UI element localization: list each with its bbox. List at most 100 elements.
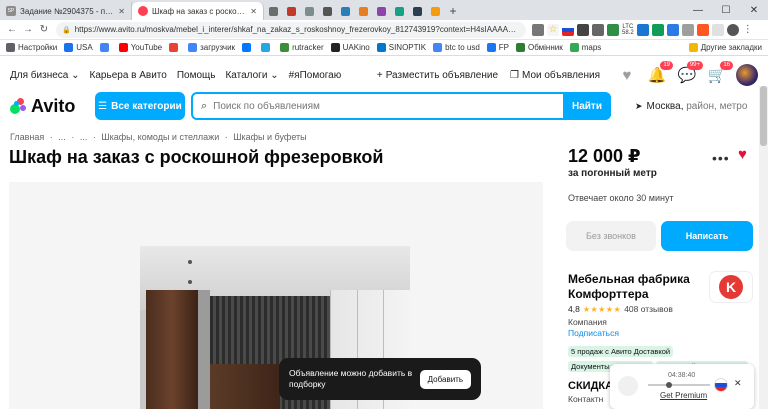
breadcrumb-item[interactable]: ... — [58, 132, 66, 142]
close-window-icon[interactable]: ✕ — [740, 5, 768, 16]
notifications-bell-icon[interactable]: 🔔 19 — [646, 61, 673, 84]
extension-icon[interactable] — [651, 23, 664, 36]
menu-kebab-icon[interactable]: ⋮ — [741, 23, 754, 36]
ihelp-link[interactable]: #яПомогаю — [289, 70, 342, 81]
post-ad-link[interactable]: + Разместить объявление — [377, 70, 498, 81]
star-icon[interactable]: ☆ — [547, 23, 559, 36]
breadcrumb-item[interactable]: Главная — [10, 132, 44, 142]
bookmark-btc[interactable]: btc to usd — [433, 43, 480, 52]
scrollbar-thumb[interactable] — [760, 86, 767, 146]
plus-icon: + — [376, 69, 383, 81]
back-icon[interactable]: ← — [4, 24, 20, 35]
breadcrumb-item[interactable]: Шкафы, комоды и стеллажи — [101, 132, 219, 142]
extension-icon[interactable] — [577, 23, 589, 36]
maximize-icon[interactable]: ☐ — [712, 5, 740, 16]
slider-thumb[interactable] — [666, 382, 672, 388]
new-tab-icon[interactable]: + — [444, 2, 462, 20]
browser-tab-mini[interactable] — [372, 2, 390, 20]
bookmark-telegram[interactable] — [261, 43, 273, 52]
close-icon[interactable]: ✕ — [250, 7, 257, 16]
extension-icon[interactable] — [711, 23, 724, 36]
breadcrumb-item[interactable]: Шкафы и буфеты — [233, 132, 306, 142]
bookmark-google[interactable] — [99, 43, 112, 52]
catalogs-link[interactable]: Каталоги ⌄ — [225, 70, 278, 81]
bookmark-icon — [64, 43, 74, 52]
browser-tab-mini[interactable] — [390, 2, 408, 20]
avatar[interactable] — [736, 64, 758, 86]
profile-icon[interactable] — [726, 23, 739, 36]
get-premium-link[interactable]: Get Premium — [660, 391, 707, 400]
browser-tab-mini[interactable] — [426, 2, 444, 20]
my-ads-link[interactable]: ❐ Мои объявления — [510, 70, 600, 81]
bookmark-uakino[interactable]: UAKino — [330, 43, 370, 52]
help-link[interactable]: Помощь — [177, 70, 216, 81]
favorite-heart-icon[interactable]: ♥ — [738, 146, 747, 163]
other-bookmarks[interactable]: Другие закладки — [688, 43, 762, 52]
write-message-button[interactable]: Написать — [661, 221, 753, 251]
more-options-icon[interactable]: ••• — [712, 150, 730, 166]
bookmark-usa[interactable]: USA — [64, 43, 93, 52]
browser-tab[interactable]: SP Задание №2904375 - просмотр з ✕ — [0, 2, 132, 20]
google-icon — [99, 43, 109, 52]
browser-tab-active[interactable]: Шкаф на заказ с роскошной фре ✕ — [132, 2, 264, 20]
close-icon[interactable]: ✕ — [734, 378, 742, 389]
tab-title: Шкаф на заказ с роскошной фре — [152, 6, 246, 16]
widget-slider[interactable] — [648, 382, 710, 388]
ltc-extension-icon[interactable] — [607, 23, 619, 36]
favorites-heart-icon[interactable]: ♥ — [616, 66, 638, 84]
extension-icon[interactable] — [592, 23, 604, 36]
all-categories-button[interactable]: ☰ Все категории — [95, 92, 185, 120]
share-icon[interactable] — [532, 23, 544, 36]
bookmark-fp[interactable]: FP — [486, 43, 509, 52]
url-input[interactable]: 🔒 https://www.avito.ru/moskva/mebel_i_in… — [56, 21, 526, 38]
bookmark-youtube[interactable]: YouTube — [118, 43, 162, 52]
location-selector[interactable]: ➤ Москва, район, метро — [635, 101, 747, 112]
extension-icon[interactable] — [681, 23, 694, 36]
search-button[interactable]: Найти — [563, 92, 611, 120]
browser-tab-mini[interactable] — [318, 2, 336, 20]
seller-name[interactable]: Мебельная фабрика Комфорттера — [568, 272, 698, 302]
bookmarks-bar: Настройки USA YouTube загрузчик rutracke… — [0, 40, 768, 56]
bookmark-sinoptik[interactable]: SINOPTIK — [376, 43, 426, 52]
add-to-collection-button[interactable]: Добавить — [419, 369, 471, 389]
extension-icon[interactable] — [636, 23, 649, 36]
no-calls-button[interactable]: Без звонков — [566, 221, 656, 251]
for-business-link[interactable]: Для бизнеса ⌄ — [10, 70, 80, 81]
subscribe-link[interactable]: Подписаться — [568, 328, 619, 338]
close-icon[interactable]: ✕ — [118, 7, 125, 16]
russia-flag-icon[interactable] — [714, 378, 728, 392]
bookmark-rutracker[interactable]: rutracker — [280, 43, 324, 52]
seller-rating[interactable]: 4,8 ★★★★★ 408 отзывов — [568, 304, 673, 314]
career-link[interactable]: Карьера в Авито — [90, 70, 167, 81]
seller-logo[interactable]: K — [709, 271, 753, 303]
page-scrollbar[interactable] — [759, 86, 768, 409]
extension-icon[interactable] — [696, 23, 709, 36]
messages-icon[interactable]: 💬 99+ — [676, 61, 703, 84]
extension-icon[interactable] — [666, 23, 679, 36]
bookmark-maps[interactable]: maps — [569, 43, 601, 52]
bookmark-vk[interactable] — [242, 43, 254, 52]
avito-logo[interactable]: Avito — [10, 96, 95, 117]
vpn-widget: 04:38:40 ✕ Get Premium — [610, 364, 754, 409]
bookmark-downloader[interactable]: загрузчик — [188, 43, 235, 52]
browser-tab-mini[interactable] — [300, 2, 318, 20]
browser-tab-mini[interactable] — [282, 2, 300, 20]
cart-icon[interactable]: 🛒 16 — [706, 61, 733, 84]
download-icon — [188, 43, 198, 52]
minimize-icon[interactable]: — — [684, 5, 712, 16]
reload-icon[interactable]: ↻ — [36, 24, 52, 35]
flag-icon[interactable] — [562, 23, 574, 36]
bookmark-gmail[interactable] — [169, 43, 181, 52]
widget-logo-icon — [618, 376, 638, 396]
browser-tab-mini[interactable] — [336, 2, 354, 20]
browser-tab-mini[interactable] — [264, 2, 282, 20]
bookmark-settings[interactable]: Настройки — [6, 43, 57, 52]
gmail-icon — [169, 43, 179, 52]
browser-tab-mini[interactable] — [354, 2, 372, 20]
breadcrumb-item[interactable]: ... — [80, 132, 88, 142]
forward-icon[interactable]: → — [20, 24, 36, 35]
bookmark-exchanger[interactable]: Обмінник — [516, 43, 563, 52]
browser-tab-mini[interactable] — [408, 2, 426, 20]
avito-favicon-icon — [138, 6, 148, 16]
search-input[interactable] — [213, 100, 534, 112]
